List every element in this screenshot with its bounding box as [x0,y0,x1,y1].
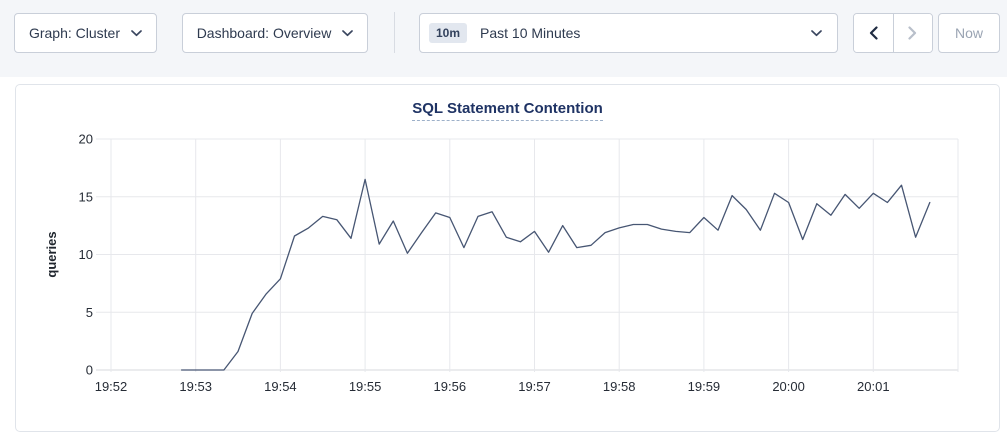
svg-text:19:56: 19:56 [434,379,467,394]
chevron-left-icon [869,26,878,40]
svg-text:20:01: 20:01 [857,379,890,394]
now-button[interactable]: Now [938,13,1000,53]
chart-title[interactable]: SQL Statement Contention [412,100,603,121]
toolbar: Graph: Cluster Dashboard: Overview 10m P… [0,0,1007,77]
svg-text:19:52: 19:52 [95,379,128,394]
svg-text:19:57: 19:57 [518,379,551,394]
time-nav-group [853,13,933,53]
dashboard-dropdown-label: Dashboard: Overview [197,25,332,41]
svg-text:queries: queries [44,231,59,277]
svg-text:19:53: 19:53 [179,379,212,394]
svg-text:19:55: 19:55 [349,379,382,394]
toolbar-divider [394,12,395,53]
svg-text:20: 20 [79,132,93,147]
graph-dropdown[interactable]: Graph: Cluster [14,13,157,53]
time-prev-button[interactable] [854,14,893,52]
chevron-down-icon [342,30,353,37]
svg-text:19:58: 19:58 [603,379,636,394]
time-range-select[interactable]: 10m Past 10 Minutes [419,13,838,53]
svg-text:5: 5 [86,305,93,320]
svg-text:20:00: 20:00 [772,379,805,394]
chevron-down-icon [811,30,822,37]
time-range-label: Past 10 Minutes [480,25,811,41]
now-button-label: Now [955,25,983,41]
chart-panel: SQL Statement Contention 0 5 10 15 20 19:52 19… [15,84,1000,432]
svg-text:19:54: 19:54 [264,379,297,394]
svg-text:15: 15 [79,189,93,204]
sql-contention-line-chart: 0 5 10 15 20 19:52 19:53 19:54 19:55 19:56 19:57 19… [16,85,999,431]
svg-text:10: 10 [79,247,93,262]
chart-title-wrap: SQL Statement Contention [16,100,999,121]
dashboard-dropdown[interactable]: Dashboard: Overview [182,13,368,53]
time-next-button[interactable] [893,14,933,52]
svg-text:0: 0 [86,363,93,378]
svg-text:19:59: 19:59 [688,379,721,394]
time-range-badge: 10m [429,23,467,43]
chevron-right-icon [908,26,917,40]
graph-dropdown-label: Graph: Cluster [29,25,120,41]
chevron-down-icon [131,30,142,37]
